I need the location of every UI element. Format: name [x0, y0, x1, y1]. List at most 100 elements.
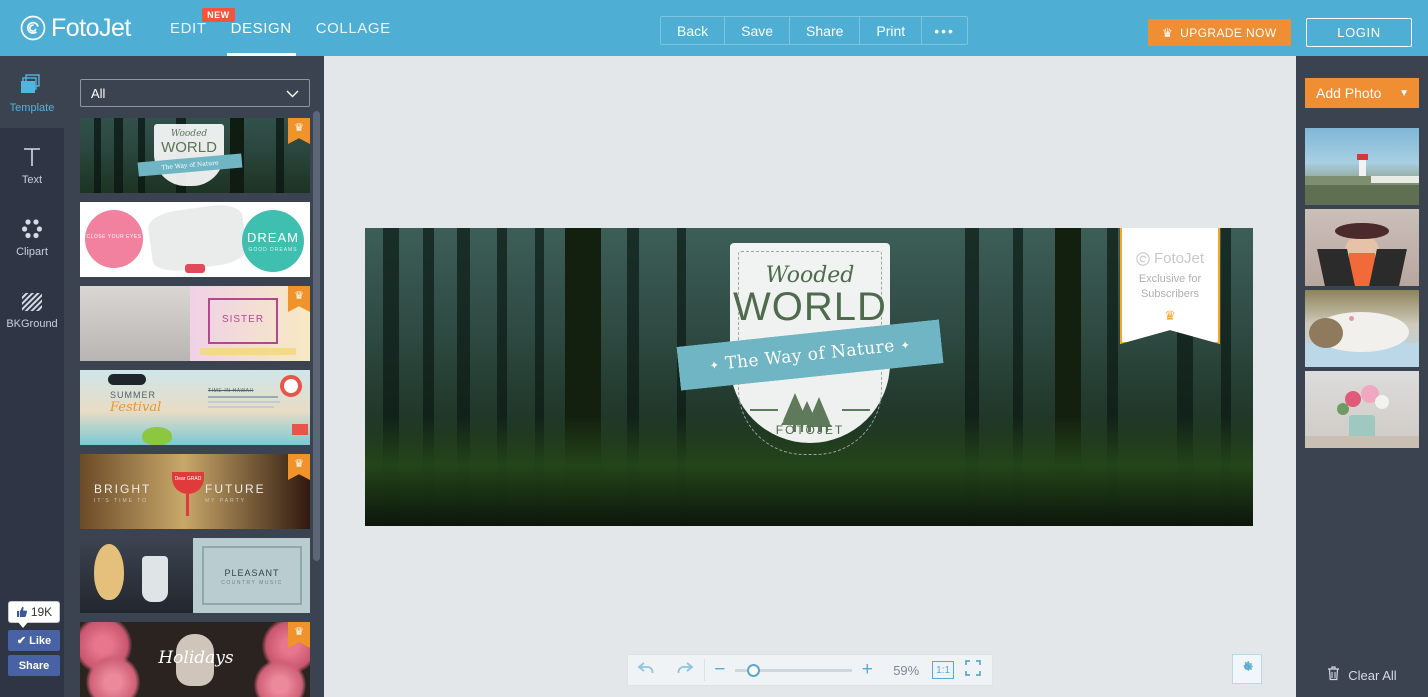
layers-icon — [20, 70, 44, 96]
facebook-widget: 19K ✔ Like Share — [8, 601, 60, 680]
tab-edit[interactable]: EDIT NEW — [158, 0, 235, 56]
login-label: LOGIN — [1337, 25, 1381, 40]
canvas-settings-button[interactable] — [1232, 654, 1262, 684]
template-thumb-script: Wooded — [170, 129, 208, 139]
watermark-logo: FotoJet — [1136, 250, 1204, 267]
caret-down-icon: ▼ — [1399, 87, 1409, 99]
tab-collage-label: COLLAGE — [315, 19, 391, 37]
rail-item-clipart[interactable]: Clipart — [0, 200, 64, 272]
like-check-icon: ✔ — [16, 635, 27, 647]
login-button[interactable]: LOGIN — [1306, 18, 1412, 47]
tab-design-label: DESIGN — [230, 19, 292, 37]
template-card-pleasant-country[interactable]: PLEASANT COUNTRY MUSIC — [80, 538, 310, 613]
back-button[interactable]: Back — [661, 17, 726, 44]
template-category-select[interactable]: All — [80, 79, 310, 107]
add-photo-button[interactable]: Add Photo ▼ — [1305, 78, 1419, 108]
crown-icon: ♛ — [1162, 25, 1174, 40]
template-thumb-title: WORLD — [161, 139, 217, 156]
zoom-out-button[interactable]: − — [705, 659, 735, 681]
fotojet-spiral-icon — [1136, 251, 1150, 266]
template-card-sister[interactable]: SISTER ♛ — [80, 286, 310, 361]
rail-item-template[interactable]: Template — [0, 56, 64, 128]
clear-all-label: Clear All — [1348, 667, 1397, 683]
template-list[interactable]: Wooded WORLD The Way of Nature ♛ CLOSE Y… — [80, 118, 310, 697]
tab-design[interactable]: DESIGN — [219, 0, 304, 56]
template-thumb: BRIGHT IT'S TIME TO FUTURE MY PARTY Dear… — [80, 454, 310, 529]
rail-item-bkground[interactable]: BKGround — [0, 272, 64, 344]
photo-list — [1305, 128, 1419, 452]
rail-item-bkground-label: BKGround — [6, 318, 58, 330]
tool-rail: Template Text Clipart BKGround 19K ✔ Lik… — [0, 56, 64, 697]
flower-vase-photo[interactable] — [1305, 371, 1419, 448]
template-card-wooded-world[interactable]: Wooded WORLD The Way of Nature ♛ — [80, 118, 310, 193]
design-canvas[interactable]: Wooded WORLD FOTOJET ✦ The Way of Nature… — [365, 228, 1253, 526]
trash-icon — [1327, 666, 1340, 684]
facebook-count-label: 19K — [30, 605, 53, 619]
template-thumb: Holidays — [80, 622, 310, 697]
watermark-line2: Subscribers — [1140, 288, 1200, 300]
canvas-area[interactable]: Wooded WORLD FOTOJET ✦ The Way of Nature… — [324, 56, 1296, 697]
more-options-button[interactable]: ••• — [922, 17, 967, 44]
rail-item-clipart-label: Clipart — [16, 246, 48, 258]
actual-size-button[interactable]: 1:1 — [932, 661, 955, 679]
redo-arrow-icon[interactable] — [666, 660, 704, 680]
template-thumb-title2: FUTURE — [205, 482, 266, 496]
upgrade-now-button[interactable]: ♛ UPGRADE NOW — [1148, 19, 1291, 46]
share-button[interactable]: Share — [790, 17, 861, 44]
rail-item-text[interactable]: Text — [0, 128, 64, 200]
watermark-logo-text: FotoJet — [1153, 250, 1205, 267]
zoom-percent-label: 59% — [893, 662, 920, 678]
app-logo-text: FotoJet — [51, 13, 131, 42]
app-logo[interactable]: FotoJet — [20, 14, 140, 43]
watermark-line1: Exclusive for — [1138, 273, 1202, 285]
print-button[interactable]: Print — [860, 17, 923, 44]
save-button[interactable]: Save — [725, 17, 791, 44]
zoom-slider-handle[interactable] — [746, 663, 760, 677]
document-actions: Back Save Share Print ••• — [660, 16, 968, 45]
facebook-share-button[interactable]: Share — [8, 655, 60, 676]
crown-icon: ♛ — [1164, 308, 1176, 323]
template-thumb-badge: Dear GRAD — [174, 476, 202, 482]
tab-collage[interactable]: COLLAGE — [304, 0, 403, 56]
template-thumb-subtitle: IT'S TIME TO — [94, 498, 149, 504]
cat-photo[interactable] — [1305, 290, 1419, 367]
rail-item-template-label: Template — [9, 102, 55, 114]
template-thumb: SUMMER Festival TIME IN HAWAII — [80, 370, 310, 445]
main-nav: EDIT NEW DESIGN COLLAGE — [158, 0, 403, 56]
upgrade-now-label: UPGRADE NOW — [1180, 25, 1277, 40]
clear-all-button[interactable]: Clear All — [1296, 653, 1428, 697]
template-thumb: CLOSE YOUR EYES DREAM GOOD DREAMS — [80, 202, 310, 277]
subscriber-watermark: FotoJet Exclusive for Subscribers ♛ — [1120, 228, 1220, 344]
text-t-icon — [21, 142, 43, 168]
template-thumb-subtitle2: MY PARTY — [205, 498, 247, 504]
facebook-like-button[interactable]: ✔ Like — [8, 630, 60, 651]
woman-in-hat-photo[interactable] — [1305, 209, 1419, 286]
fullscreen-icon[interactable] — [954, 659, 992, 681]
gear-icon — [1239, 659, 1255, 680]
template-thumb: Wooded WORLD The Way of Nature — [80, 118, 310, 193]
template-card-dream[interactable]: CLOSE YOUR EYES DREAM GOOD DREAMS — [80, 202, 310, 277]
template-thumb-badge: CLOSE YOUR EYES — [86, 234, 142, 240]
template-card-holidays[interactable]: Holidays ♛ — [80, 622, 310, 697]
template-panel: All Wooded WORLD The Way of Nature ♛ CLO… — [64, 56, 324, 697]
zoom-in-button[interactable]: + — [852, 659, 882, 681]
emblem-brand: FOTOJET — [775, 423, 845, 437]
tab-edit-label: EDIT — [170, 19, 207, 37]
template-card-bright-future[interactable]: BRIGHT IT'S TIME TO FUTURE MY PARTY Dear… — [80, 454, 310, 529]
template-thumb-title: DREAM — [247, 230, 299, 245]
template-category-value: All — [91, 85, 106, 101]
zoom-slider[interactable] — [734, 663, 853, 677]
template-thumb: SISTER — [80, 286, 310, 361]
lighthouse-photo[interactable] — [1305, 128, 1419, 205]
rail-item-text-label: Text — [21, 174, 43, 186]
template-thumb: PLEASANT COUNTRY MUSIC — [80, 538, 310, 613]
template-card-summer-festival[interactable]: SUMMER Festival TIME IN HAWAII — [80, 370, 310, 445]
template-thumb-title: BRIGHT — [94, 482, 152, 496]
app-header: FotoJet EDIT NEW DESIGN COLLAGE Back Sav… — [0, 0, 1428, 56]
clipart-dots-icon — [21, 214, 43, 240]
undo-arrow-icon[interactable] — [628, 660, 666, 680]
add-photo-label: Add Photo — [1316, 85, 1382, 101]
design-emblem[interactable]: Wooded WORLD FOTOJET ✦ The Way of Nature… — [720, 233, 900, 473]
photo-panel: Add Photo ▼ Clear All — [1296, 56, 1428, 697]
template-list-scrollbar[interactable] — [313, 111, 320, 561]
